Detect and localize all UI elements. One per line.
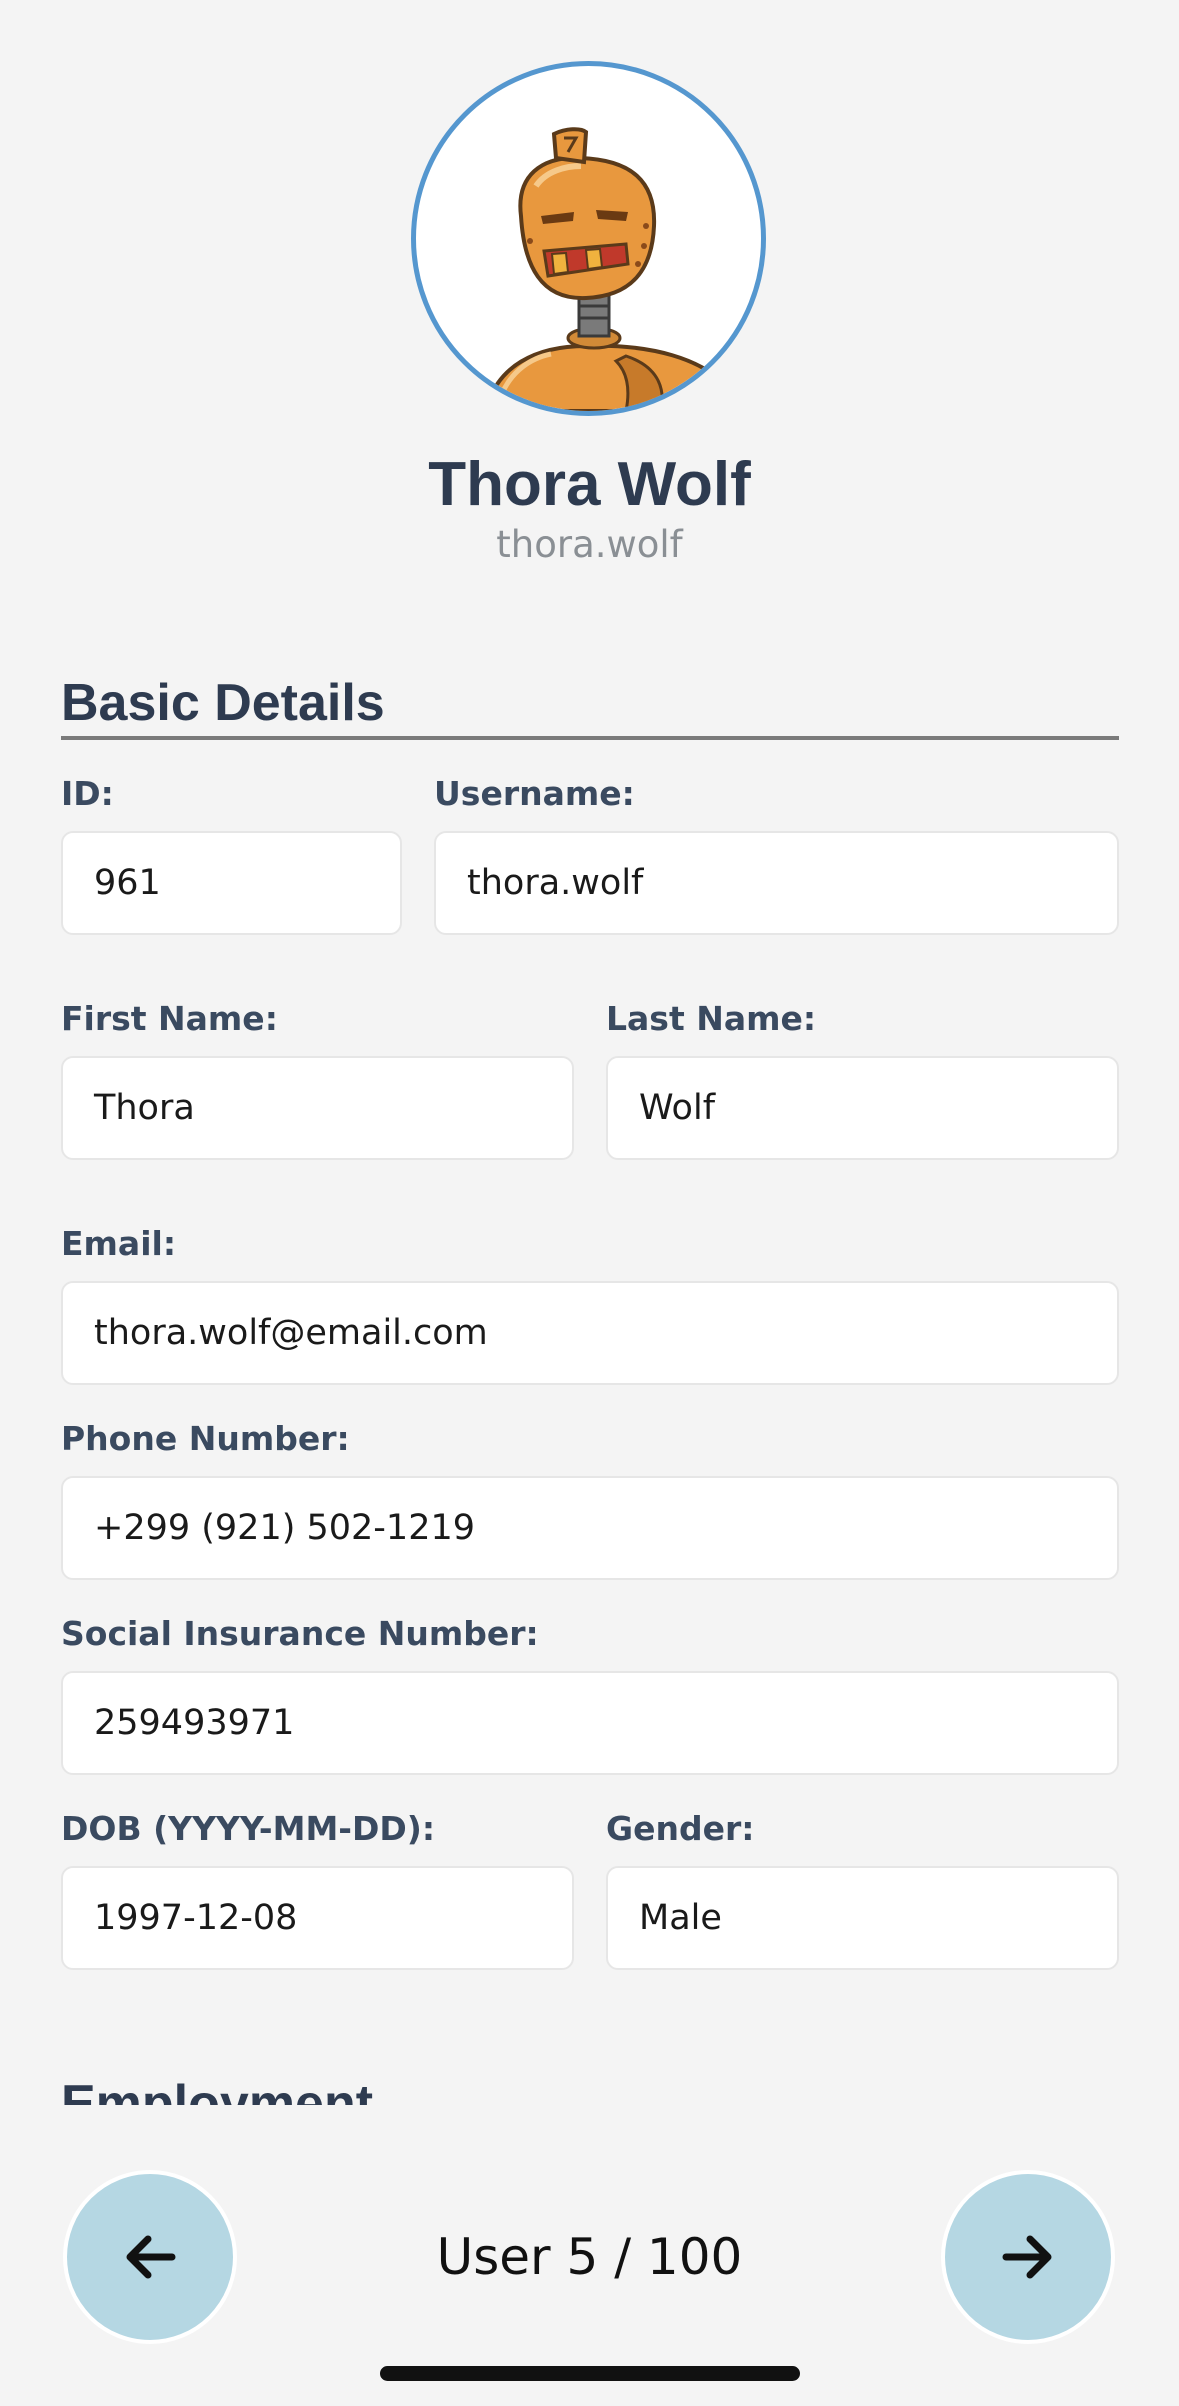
robot-avatar — [411, 61, 766, 416]
sin-label: Social Insurance Number: — [61, 1614, 539, 1653]
id-field[interactable]: 961 — [61, 831, 402, 935]
user-pager-label: User 5 / 100 — [436, 2228, 743, 2286]
gender-label: Gender: — [606, 1809, 755, 1848]
first-name-field[interactable]: Thora — [61, 1056, 574, 1160]
email-label: Email: — [61, 1224, 177, 1263]
dob-label: DOB (YYYY-MM-DD): — [61, 1809, 436, 1848]
home-indicator[interactable] — [380, 2366, 800, 2381]
first-name-label: First Name: — [61, 999, 278, 1038]
previous-user-button[interactable] — [63, 2170, 237, 2344]
section-divider — [61, 736, 1119, 740]
profile-full-name: Thora Wolf — [428, 450, 751, 519]
section-title-basic-details: Basic Details — [61, 674, 385, 732]
user-profile-screen: Thora Wolf thora.wolf Basic Details ID: … — [0, 0, 1179, 2406]
dob-field[interactable]: 1997-12-08 — [61, 1866, 574, 1970]
email-field[interactable]: thora.wolf@email.com — [61, 1281, 1119, 1385]
last-name-label: Last Name: — [606, 999, 817, 1038]
arrow-right-icon — [1002, 2235, 1052, 2279]
id-label: ID: — [61, 774, 114, 813]
last-name-field[interactable]: Wolf — [606, 1056, 1119, 1160]
robot-avatar-illustration — [483, 127, 749, 411]
profile-scroll-area[interactable]: Thora Wolf thora.wolf Basic Details ID: … — [0, 0, 1179, 2105]
arrow-left-icon — [126, 2235, 176, 2279]
gender-field[interactable]: Male — [606, 1866, 1119, 1970]
next-user-button[interactable] — [941, 2170, 1115, 2344]
username-field[interactable]: thora.wolf — [434, 831, 1119, 935]
sin-field[interactable]: 259493971 — [61, 1671, 1119, 1775]
profile-username: thora.wolf — [496, 523, 683, 566]
section-title-employment: Employment — [61, 2075, 374, 2105]
phone-field[interactable]: +299 (921) 502-1219 — [61, 1476, 1119, 1580]
username-label: Username: — [434, 774, 635, 813]
phone-label: Phone Number: — [61, 1419, 350, 1458]
